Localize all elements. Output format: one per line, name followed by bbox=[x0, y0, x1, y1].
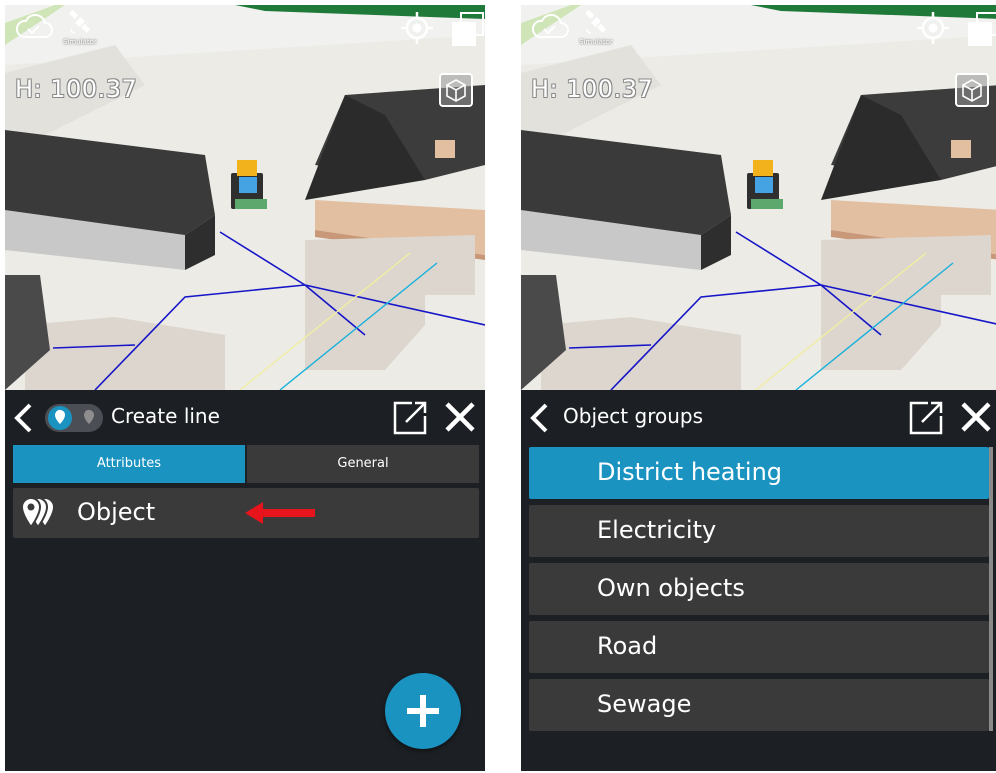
object-pins-icon bbox=[20, 496, 56, 529]
group-item-district-heating[interactable]: District heating bbox=[529, 447, 989, 499]
attribute-row-object[interactable]: Object bbox=[13, 488, 479, 538]
close-icon[interactable] bbox=[959, 400, 993, 434]
screen-object-groups: Simulator H: 100.37 Object groups Distri… bbox=[521, 5, 996, 771]
group-item-label: Own objects bbox=[597, 574, 745, 602]
open-external-icon[interactable] bbox=[908, 400, 944, 436]
open-external-icon[interactable] bbox=[392, 400, 428, 436]
attribute-row-label: Object bbox=[77, 498, 156, 526]
panel-title: Create line bbox=[111, 404, 220, 428]
group-item-own-objects[interactable]: Own objects bbox=[529, 563, 989, 615]
create-line-panel: Create line Attributes General Object bbox=[5, 390, 485, 771]
locate-icon[interactable] bbox=[916, 11, 950, 45]
list-scrollbar[interactable] bbox=[989, 447, 993, 731]
cloud-sync-icon[interactable] bbox=[15, 13, 53, 39]
object-group-list: District heating Electricity Own objects… bbox=[529, 447, 991, 737]
cloud-sync-icon[interactable] bbox=[531, 13, 569, 39]
group-item-road[interactable]: Road bbox=[529, 621, 989, 673]
map-scene bbox=[521, 5, 996, 390]
line-type-toggle-icon[interactable] bbox=[45, 404, 103, 432]
back-chevron-icon[interactable] bbox=[527, 402, 551, 434]
screen-create-line: Simulator H: 100.37 Create line Attribut… bbox=[5, 5, 485, 771]
simulator-label: Simulator bbox=[579, 38, 613, 46]
map-3d-view[interactable]: Simulator H: 100.37 bbox=[5, 5, 485, 390]
layers-icon[interactable] bbox=[449, 11, 485, 47]
panel-header: Create line bbox=[5, 390, 485, 444]
group-item-label: Electricity bbox=[597, 516, 717, 544]
panel-title: Object groups bbox=[563, 404, 703, 428]
group-item-sewage[interactable]: Sewage bbox=[529, 679, 989, 731]
map-scene bbox=[5, 5, 485, 390]
object-groups-panel: Object groups District heating Electrici… bbox=[521, 390, 996, 771]
back-chevron-icon[interactable] bbox=[11, 402, 35, 434]
tab-general[interactable]: General bbox=[247, 445, 479, 483]
satellite-icon[interactable] bbox=[67, 9, 93, 35]
group-item-label: Road bbox=[597, 632, 658, 660]
plus-icon bbox=[407, 695, 439, 727]
group-item-label: Sewage bbox=[597, 690, 692, 718]
simulator-label: Simulator bbox=[63, 38, 97, 46]
close-icon[interactable] bbox=[443, 400, 477, 434]
annotation-arrow-icon bbox=[245, 502, 315, 524]
locate-icon[interactable] bbox=[400, 11, 434, 45]
height-readout: H: 100.37 bbox=[15, 75, 138, 103]
layers-icon[interactable] bbox=[965, 11, 996, 47]
satellite-icon[interactable] bbox=[583, 9, 609, 35]
panel-tabs: Attributes General bbox=[13, 445, 479, 485]
group-item-label: District heating bbox=[597, 458, 783, 486]
3d-cube-icon[interactable] bbox=[439, 73, 473, 107]
tab-attributes[interactable]: Attributes bbox=[13, 445, 245, 483]
height-readout: H: 100.37 bbox=[531, 75, 654, 103]
3d-cube-icon[interactable] bbox=[955, 73, 989, 107]
map-3d-view[interactable]: Simulator H: 100.37 bbox=[521, 5, 996, 390]
group-item-electricity[interactable]: Electricity bbox=[529, 505, 989, 557]
panel-header: Object groups bbox=[521, 390, 996, 444]
add-button[interactable] bbox=[385, 673, 461, 749]
